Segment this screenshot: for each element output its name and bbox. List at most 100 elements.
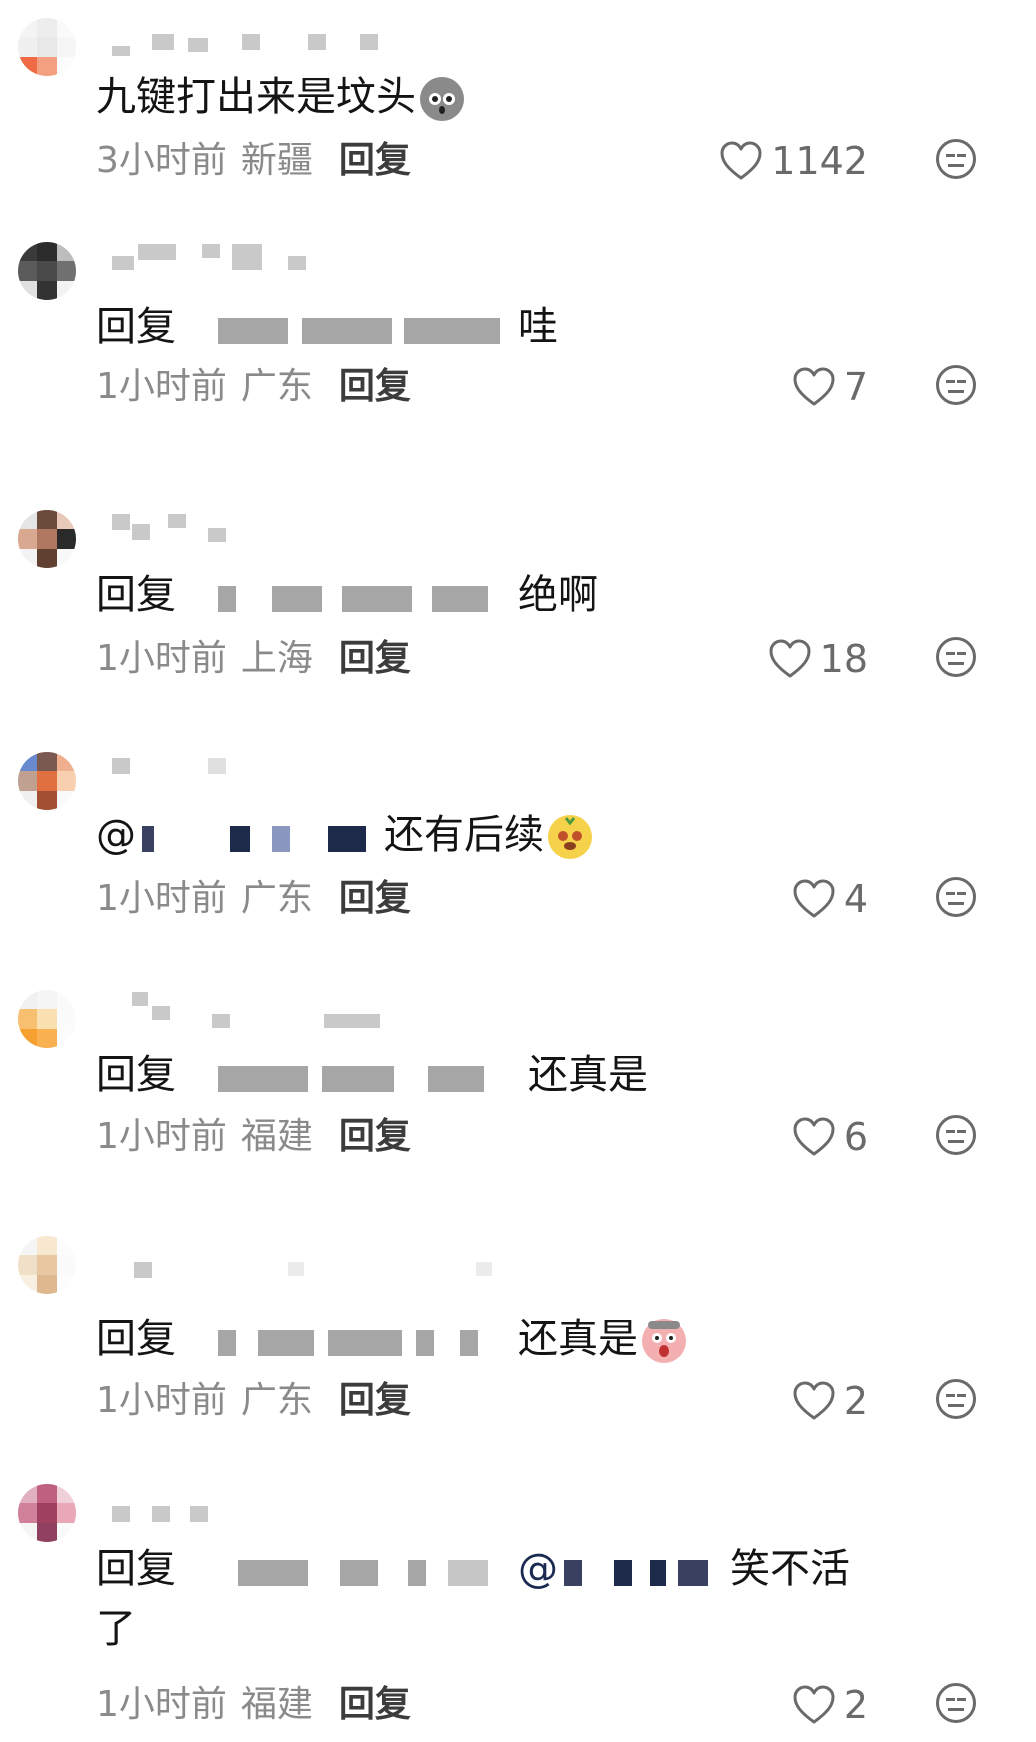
avatar[interactable] (18, 18, 76, 76)
location: 福建 (240, 1684, 313, 1725)
comment-text: @ 还有后续 (96, 806, 592, 864)
like-count: 18 (819, 637, 868, 681)
comment-text-content: 还真是 (518, 1316, 638, 1362)
like-button[interactable]: 2 (792, 1680, 868, 1730)
dislike-face-icon[interactable] (936, 1379, 976, 1419)
timestamp: 1小时前 (96, 1116, 227, 1157)
reply-button[interactable]: 回复 (339, 1680, 411, 1730)
location: 广东 (240, 878, 313, 919)
comment-text-continuation: 了 (96, 1606, 136, 1652)
mention-prefix: @ (518, 1546, 558, 1592)
comment-text-content: 哇 (518, 304, 558, 350)
comment-meta: 1小时前 福建 回复 6 (96, 1112, 1036, 1162)
heart-icon (720, 141, 762, 180)
comment-meta: 1小时前 福建 回复 2 (96, 1680, 1036, 1730)
heart-icon (793, 1117, 835, 1156)
mention-redacted (182, 1324, 512, 1358)
location: 广东 (240, 366, 313, 407)
like-button[interactable]: 7 (792, 362, 868, 412)
timestamp: 1小时前 (96, 1684, 227, 1725)
like-button[interactable]: 2 (792, 1376, 868, 1426)
comment-text: 回复 @ 笑不活 (96, 1540, 850, 1598)
stone-face-emoji-icon (420, 77, 464, 121)
like-button[interactable]: 18 (768, 634, 868, 684)
comment-text: 回复 绝啊 (96, 566, 598, 624)
reply-button[interactable]: 回复 (339, 1112, 411, 1162)
like-count: 1142 (771, 139, 868, 183)
mention-redacted (182, 580, 512, 614)
heart-icon (793, 367, 835, 406)
timestamp: 1小时前 (96, 878, 227, 919)
timestamp: 1小时前 (96, 638, 227, 679)
heart-icon (793, 879, 835, 918)
avatar[interactable] (18, 752, 76, 810)
avatar[interactable] (18, 510, 76, 568)
dislike-face-icon[interactable] (936, 1683, 976, 1723)
avatar[interactable] (18, 1484, 76, 1542)
timestamp: 1小时前 (96, 366, 227, 407)
location: 新疆 (240, 140, 313, 181)
comment-text-content: 九键打出来是坟头 (96, 74, 416, 120)
avatar[interactable] (18, 242, 76, 300)
reply-prefix: 回复 (96, 1546, 176, 1592)
comment-text: 回复 哇 (96, 298, 558, 356)
mention-redacted (564, 1554, 724, 1588)
like-button[interactable]: 4 (792, 874, 868, 924)
reply-button[interactable]: 回复 (339, 874, 411, 924)
dislike-face-icon[interactable] (936, 637, 976, 677)
comment-text: 九键打出来是坟头 (96, 68, 464, 126)
heart-icon (793, 1381, 835, 1420)
reply-prefix: 回复 (96, 1052, 176, 1098)
like-count: 2 (843, 1379, 868, 1423)
username-redacted[interactable] (112, 992, 432, 1028)
comment-meta: 1小时前 广东 回复 2 (96, 1376, 1036, 1426)
like-count: 4 (843, 877, 868, 921)
username-redacted[interactable] (112, 34, 432, 56)
timestamp: 3小时前 (96, 140, 227, 181)
like-count: 2 (843, 1683, 868, 1727)
like-count: 6 (843, 1115, 868, 1159)
reply-prefix: 回复 (96, 1316, 176, 1362)
mention-redacted (182, 312, 512, 346)
reply-button[interactable]: 回复 (339, 136, 411, 186)
location: 福建 (240, 1116, 313, 1157)
location: 上海 (240, 638, 313, 679)
dislike-face-icon[interactable] (936, 139, 976, 179)
comment-text-line2: 了 (96, 1600, 136, 1658)
comment-meta: 1小时前 广东 回复 7 (96, 362, 1036, 412)
yellow-face-emoji-icon (548, 815, 592, 859)
like-button[interactable]: 1142 (719, 136, 868, 186)
like-button[interactable]: 6 (792, 1112, 868, 1162)
username-redacted[interactable] (112, 758, 432, 780)
username-redacted[interactable] (112, 244, 432, 270)
scream-face-emoji-icon (642, 1319, 686, 1363)
reply-prefix: 回复 (96, 572, 176, 618)
comment-text-content: 还有后续 (384, 812, 544, 858)
mention-redacted (142, 820, 378, 854)
username-redacted[interactable] (112, 514, 432, 542)
comment-meta: 1小时前 上海 回复 18 (96, 634, 1036, 684)
username-redacted[interactable] (112, 1262, 492, 1284)
comment-text-content: 还真是 (528, 1052, 648, 1098)
comment-text: 回复 还真是 (96, 1046, 648, 1104)
location: 广东 (240, 1380, 313, 1421)
dislike-face-icon[interactable] (936, 1115, 976, 1155)
reply-button[interactable]: 回复 (339, 362, 411, 412)
dislike-face-icon[interactable] (936, 877, 976, 917)
username-redacted[interactable] (112, 1506, 432, 1528)
mention-redacted (182, 1060, 522, 1094)
comment-text-content: 绝啊 (518, 572, 598, 618)
avatar[interactable] (18, 1236, 76, 1294)
reply-button[interactable]: 回复 (339, 1376, 411, 1426)
comment-meta: 3小时前 新疆 回复 1142 (96, 136, 1036, 186)
reply-prefix: 回复 (96, 304, 176, 350)
mention-prefix: @ (96, 812, 136, 858)
reply-button[interactable]: 回复 (339, 634, 411, 684)
comment-text: 回复 还真是 (96, 1310, 686, 1368)
like-count: 7 (843, 365, 868, 409)
comment-text-content: 笑不活 (730, 1546, 850, 1592)
heart-icon (769, 639, 811, 678)
avatar[interactable] (18, 990, 76, 1048)
timestamp: 1小时前 (96, 1380, 227, 1421)
dislike-face-icon[interactable] (936, 365, 976, 405)
